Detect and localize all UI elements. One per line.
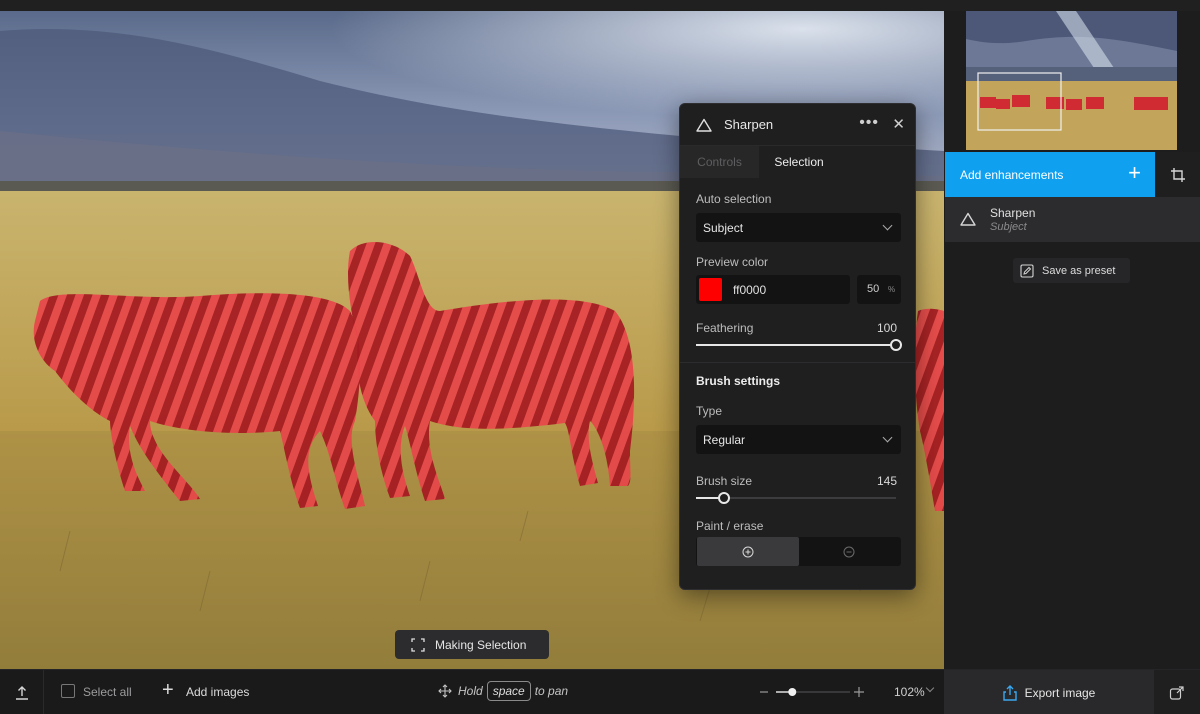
image-thumbnail[interactable]: [966, 11, 1177, 150]
share-icon: [1169, 685, 1184, 700]
panel-tabs: Controls Selection: [680, 146, 915, 178]
top-strip: [0, 0, 1200, 11]
color-hex-value: ff0000: [733, 283, 767, 297]
plus-icon: +: [1128, 160, 1141, 185]
brush-size-label: Brush size: [696, 474, 753, 488]
sharpen-panel: Sharpen ••• ✕ Controls Selection Auto se…: [679, 103, 916, 590]
paint-erase-toggle: [696, 537, 901, 566]
chevron-down-icon: [882, 432, 893, 443]
share-button[interactable]: [1154, 670, 1200, 714]
tab-filler: [839, 146, 915, 178]
zoom-in-icon: [854, 687, 864, 697]
paint-erase-label: Paint / erase: [696, 519, 764, 533]
opacity-field[interactable]: 50 %: [857, 275, 901, 304]
select-all-label[interactable]: Select all: [83, 685, 132, 699]
paint-brush-icon: [742, 546, 754, 557]
auto-selection-label: Auto selection: [696, 192, 772, 206]
chevron-down-icon[interactable]: [925, 683, 935, 693]
feathering-slider[interactable]: [696, 339, 902, 351]
brush-settings-title: Brush settings: [696, 374, 781, 388]
opacity-value: 50: [867, 283, 880, 295]
plus-icon[interactable]: +: [162, 679, 174, 702]
paint-mode-button[interactable]: [697, 537, 799, 566]
making-selection-toggle[interactable]: Making Selection: [395, 630, 549, 659]
feathering-value: 100: [876, 321, 897, 335]
erase-brush-icon: [843, 546, 855, 557]
brush-size-slider[interactable]: [696, 492, 896, 504]
brush-type-value: Regular: [703, 432, 746, 447]
export-image-label: Export image: [1024, 685, 1096, 700]
pan-hint: Hold space to pan: [438, 681, 568, 701]
feathering-slider-handle[interactable]: [890, 339, 902, 351]
hold-label: Hold: [458, 684, 483, 698]
close-icon[interactable]: ✕: [892, 115, 905, 133]
layer-name: Sharpen: [990, 206, 1036, 220]
zoom-handle: [788, 688, 797, 696]
save-as-preset-button[interactable]: Save as preset: [1013, 258, 1130, 283]
brush-type-dropdown[interactable]: Regular: [696, 425, 901, 454]
space-key-badge: space: [486, 681, 531, 701]
layer-subtitle: Subject: [990, 221, 1027, 233]
feathering-label: Feathering: [696, 321, 754, 335]
crop-icon: [1170, 167, 1185, 182]
brush-size-value: 145: [876, 474, 897, 488]
tab-controls[interactable]: Controls: [680, 146, 759, 178]
export-image-button[interactable]: Export image: [944, 670, 1154, 714]
zoom-value[interactable]: 102%: [894, 685, 925, 699]
chevron-down-icon: [882, 220, 893, 231]
panel-title: Sharpen: [724, 117, 774, 132]
brush-size-slider-handle[interactable]: [718, 492, 730, 504]
feathering-slider-fill: [696, 344, 896, 346]
tab-selection[interactable]: Selection: [759, 146, 839, 178]
auto-selection-value: Subject: [703, 220, 744, 235]
add-images-button[interactable]: Add images: [186, 685, 249, 699]
export-icon: [1002, 684, 1017, 701]
color-swatch[interactable]: [699, 278, 722, 301]
add-enhancements-button[interactable]: Add enhancements +: [945, 152, 1155, 197]
bottom-bar: Select all + Add images Hold space to pa…: [0, 669, 1200, 714]
upload-button[interactable]: [0, 670, 44, 714]
preview-color-label: Preview color: [696, 255, 769, 269]
erase-mode-button[interactable]: [798, 537, 900, 566]
panel-header: Sharpen ••• ✕: [680, 104, 915, 146]
crop-button[interactable]: [1155, 152, 1200, 197]
enhancement-layer-item[interactable]: Sharpen Subject: [945, 197, 1200, 242]
zoom-slider[interactable]: [760, 682, 870, 702]
upload-icon: [15, 685, 28, 700]
triangle-icon: [696, 118, 712, 132]
opacity-unit: %: [888, 285, 896, 294]
more-options-icon[interactable]: •••: [859, 114, 879, 132]
auto-selection-dropdown[interactable]: Subject: [696, 213, 901, 242]
making-selection-label: Making Selection: [435, 637, 527, 652]
selection-frame-icon: [411, 637, 425, 652]
triangle-icon: [960, 212, 976, 226]
brush-type-label: Type: [696, 404, 723, 418]
add-enhancements-label: Add enhancements: [960, 167, 1064, 182]
select-all-checkbox[interactable]: [61, 684, 75, 698]
save-as-preset-label: Save as preset: [1042, 264, 1116, 277]
section-divider: [680, 362, 915, 363]
thumbnail-illustration: [966, 11, 1177, 150]
edit-preset-icon: [1020, 263, 1034, 278]
app-window: Sharpen ••• ✕ Controls Selection Auto se…: [0, 0, 1200, 714]
move-icon: [438, 684, 452, 698]
preview-color-field[interactable]: ff0000: [696, 275, 850, 304]
right-sidebar: Add enhancements + Sharpen Subject Save …: [944, 11, 1200, 669]
to-pan-label: to pan: [534, 684, 569, 698]
